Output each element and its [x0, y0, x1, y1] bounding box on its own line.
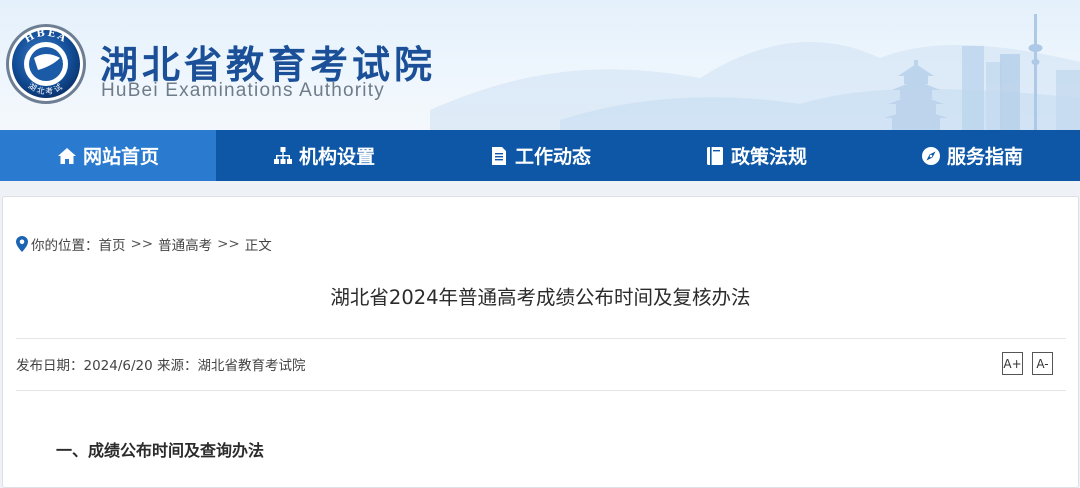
- document-icon: [491, 146, 506, 165]
- divider: [16, 390, 1066, 391]
- site-subtitle: HuBei Examinations Authority: [101, 80, 385, 101]
- nav-item-label: 服务指南: [946, 146, 1023, 168]
- breadcrumb-separator: >>: [217, 236, 240, 252]
- breadcrumb-gaokao-link[interactable]: 普通高考: [158, 234, 212, 254]
- breadcrumb-separator: >>: [130, 236, 154, 252]
- nav-item-service-guide[interactable]: 服务指南: [864, 130, 1080, 181]
- breadcrumb: 你的位置： 首页 >> 普通高考 >> 正文: [16, 234, 272, 254]
- article-panel: 你的位置： 首页 >> 普通高考 >> 正文 湖北省2024年普通高考成绩公布时…: [2, 196, 1079, 488]
- org-chart-icon: [273, 146, 292, 164]
- article-meta: 发布日期：2024/6/20 来源：湖北省教育考试院: [16, 358, 306, 374]
- book-icon: [706, 146, 723, 165]
- main-navbar: 网站首页 机构设置 工作动态 政策法规 服务指南: [0, 130, 1080, 181]
- nav-item-label: 机构设置: [298, 146, 375, 168]
- breadcrumb-home-link[interactable]: 首页: [99, 234, 126, 254]
- nav-item-policies[interactable]: 政策法规: [648, 130, 864, 181]
- section-heading: 一、成绩公布时间及查询办法: [56, 441, 265, 460]
- hbea-logo-icon: HBEA 湖北考试: [6, 24, 86, 104]
- article-title: 湖北省2024年普通高考成绩公布时间及复核办法: [330, 286, 751, 309]
- divider: [16, 338, 1066, 339]
- home-icon: [57, 147, 76, 164]
- nav-item-label: 工作动态: [514, 146, 591, 168]
- nav-item-home[interactable]: 网站首页: [0, 130, 216, 181]
- font-decrease-button[interactable]: A-: [1032, 352, 1053, 375]
- nav-item-organization[interactable]: 机构设置: [216, 130, 432, 181]
- nav-item-label: 政策法规: [730, 146, 807, 168]
- compass-icon: [921, 146, 940, 165]
- nav-item-label: 网站首页: [82, 146, 159, 168]
- nav-item-work-news[interactable]: 工作动态: [432, 130, 648, 181]
- breadcrumb-prefix: 你的位置：: [31, 238, 99, 254]
- font-increase-button[interactable]: A+: [1002, 352, 1023, 375]
- header-banner: HBEA 湖北考试 湖北省教育考试院 HuBei Examinations Au…: [0, 0, 1080, 130]
- breadcrumb-current: 正文: [244, 238, 272, 254]
- location-pin-icon: [16, 236, 28, 252]
